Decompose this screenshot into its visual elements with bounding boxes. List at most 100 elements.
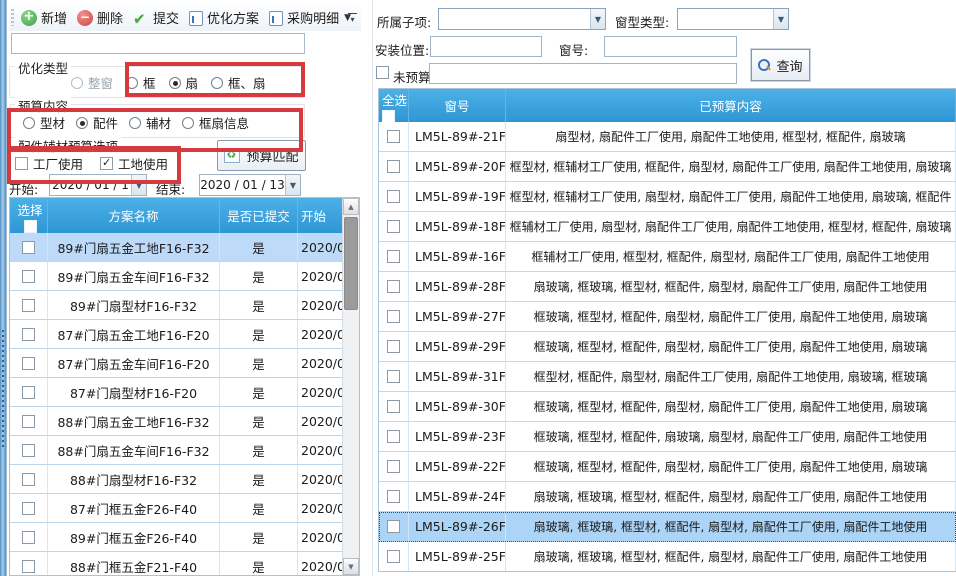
- query-button[interactable]: 查询: [751, 49, 810, 81]
- table-row[interactable]: 88#门扇型材F16-F32 是 2020/0: [10, 465, 342, 494]
- toolbar-button-optimize-plan[interactable]: 优化方案: [185, 6, 265, 29]
- end-date-picker[interactable]: 2020 / 01 / 13 ▼: [199, 174, 301, 196]
- table-row[interactable]: LM5L-89#-24F22 扇玻璃, 框玻璃, 框型材, 框配件, 扇型材, …: [379, 482, 956, 512]
- table-row[interactable]: 89#门扇型材F16-F32 是 2020/0: [10, 291, 342, 320]
- row-checkbox[interactable]: [387, 250, 400, 263]
- table-row[interactable]: LM5L-89#-25F23 扇玻璃, 框玻璃, 框型材, 框配件, 扇型材, …: [379, 542, 956, 572]
- sub-item-select[interactable]: ▼: [438, 8, 606, 30]
- select-all-checkbox[interactable]: [24, 220, 37, 233]
- table-row[interactable]: LM5L-89#-27F25 框玻璃, 框型材, 框配件, 扇型材, 扇配件工厂…: [379, 302, 956, 332]
- row-checkbox[interactable]: [387, 370, 400, 383]
- header-plan-name[interactable]: 方案名称: [48, 198, 220, 233]
- table-row[interactable]: 88#门扇五金工地F16-F32 是 2020/0: [10, 407, 342, 436]
- table-row[interactable]: LM5L-89#-31F29 框型材, 框配件, 扇型材, 扇配件工厂使用, 扇…: [379, 362, 956, 392]
- table-row[interactable]: 89#门框五金F26-F40 是 2020/0: [10, 523, 342, 552]
- toolbar-button-add[interactable]: 新增: [17, 6, 73, 29]
- header-window-no[interactable]: 窗号: [409, 89, 506, 122]
- row-checkbox[interactable]: [387, 400, 400, 413]
- table-row[interactable]: LM5L-89#-23F21 框玻璃, 框型材, 框配件, 扇玻璃, 扇型材, …: [379, 422, 956, 452]
- row-checkbox[interactable]: [22, 270, 35, 283]
- radio-budget-content-2[interactable]: 辅材: [129, 113, 171, 132]
- row-checkbox[interactable]: [387, 190, 400, 203]
- radio-budget-content-0[interactable]: 型材: [23, 113, 65, 132]
- radio-optimize-type-1[interactable]: 框: [126, 73, 156, 92]
- table-row[interactable]: 87#门扇五金工地F16-F20 是 2020/0: [10, 320, 342, 349]
- table-row[interactable]: 88#门扇五金车间F16-F32 是 2020/0: [10, 436, 342, 465]
- radio-budget-content-1[interactable]: 配件: [76, 113, 118, 132]
- row-checkbox[interactable]: [22, 386, 35, 399]
- toolbar-button-delete[interactable]: 删除: [73, 6, 129, 29]
- toolbar-button-submit[interactable]: 提交: [129, 6, 185, 29]
- header-budgeted-content[interactable]: 已预算内容: [506, 89, 956, 122]
- table-row[interactable]: LM5L-89#-19F17 框型材, 框辅材工厂使用, 扇型材, 扇配件工厂使…: [379, 182, 956, 212]
- row-checkbox[interactable]: [387, 310, 400, 323]
- row-checkbox[interactable]: [22, 415, 35, 428]
- row-checkbox[interactable]: [387, 280, 400, 293]
- row-checkbox[interactable]: [387, 520, 400, 533]
- row-checkbox[interactable]: [22, 357, 35, 370]
- table-row[interactable]: LM5L-89#-28F26 扇玻璃, 框玻璃, 框型材, 框配件, 扇型材, …: [379, 272, 956, 302]
- plan-table-scrollbar[interactable]: ▲ ▼: [342, 198, 359, 575]
- table-row[interactable]: LM5L-89#-29F27 框玻璃, 框型材, 框配件, 扇型材, 扇配件工厂…: [379, 332, 956, 362]
- row-checkbox[interactable]: [22, 531, 35, 544]
- row-checkbox[interactable]: [22, 560, 35, 573]
- checkbox-usage-0[interactable]: 工厂使用: [15, 154, 83, 173]
- scroll-down-icon[interactable]: ▼: [343, 558, 359, 575]
- row-checkbox[interactable]: [387, 550, 400, 563]
- start-date-cell: 2020/0: [298, 465, 343, 493]
- row-checkbox[interactable]: [22, 328, 35, 341]
- table-row[interactable]: LM5L-89#-26F24 扇玻璃, 框玻璃, 框型材, 框配件, 扇型材, …: [379, 512, 956, 542]
- left-splitter-bar[interactable]: [0, 0, 7, 576]
- sub-item-dropdown-icon[interactable]: ▼: [590, 9, 605, 29]
- table-row[interactable]: 87#门扇型材F16-F20 是 2020/0: [10, 378, 342, 407]
- scrollbar-thumb[interactable]: [344, 217, 358, 310]
- table-row[interactable]: LM5L-89#-16F15 框辅材工厂使用, 框型材, 框配件, 扇型材, 扇…: [379, 242, 956, 272]
- start-date-picker[interactable]: 2020 / 01 / 1 ▼: [49, 174, 147, 196]
- checkbox-usage-1[interactable]: 工地使用: [100, 154, 168, 173]
- toolbar-grip[interactable]: [11, 9, 14, 26]
- radio-icon: [23, 117, 35, 129]
- row-checkbox[interactable]: [22, 502, 35, 515]
- table-row[interactable]: 89#门扇五金工地F16-F32 是 2020/0: [10, 233, 342, 262]
- start-date-dropdown-icon[interactable]: ▼: [131, 175, 146, 195]
- table-row[interactable]: 88#门框五金F21-F40 是 2020/0: [10, 552, 342, 576]
- window-type-dropdown-icon[interactable]: ▼: [773, 9, 788, 29]
- table-row[interactable]: LM5L-89#-21F19 扇型材, 扇配件工厂使用, 扇配件工地使用, 框型…: [379, 122, 956, 152]
- row-checkbox[interactable]: [22, 241, 35, 254]
- budget-match-button[interactable]: 预算匹配: [217, 140, 306, 171]
- table-row[interactable]: LM5L-89#-22F20 框玻璃, 框型材, 框配件, 扇型材, 扇配件工厂…: [379, 452, 956, 482]
- no-budget-input[interactable]: [429, 63, 737, 84]
- row-checkbox[interactable]: [22, 473, 35, 486]
- toolbar-button-purchase-detail[interactable]: 采购明细 ▼: [265, 6, 357, 29]
- row-checkbox[interactable]: [387, 220, 400, 233]
- table-row[interactable]: 87#门框五金F26-F40 是 2020/0: [10, 494, 342, 523]
- row-checkbox[interactable]: [387, 160, 400, 173]
- table-row[interactable]: LM5L-89#-18F16 框辅材工厂使用, 扇型材, 扇配件工厂使用, 扇配…: [379, 212, 956, 242]
- row-checkbox[interactable]: [387, 430, 400, 443]
- row-checkbox[interactable]: [22, 299, 35, 312]
- window-type-select[interactable]: ▼: [677, 8, 789, 30]
- scroll-up-icon[interactable]: ▲: [343, 198, 359, 215]
- install-position-input[interactable]: [430, 36, 542, 57]
- radio-optimize-type-2[interactable]: 扇: [169, 73, 199, 92]
- table-row[interactable]: 89#门扇五金车间F16-F32 是 2020/0: [10, 262, 342, 291]
- table-row[interactable]: LM5L-89#-30F28 框玻璃, 框型材, 框配件, 扇型材, 扇配件工厂…: [379, 392, 956, 422]
- radio-optimize-type-3[interactable]: 框、扇: [211, 73, 266, 92]
- row-checkbox[interactable]: [22, 444, 35, 457]
- select-all-windows-checkbox[interactable]: [382, 110, 395, 122]
- header-start[interactable]: 开始: [298, 198, 343, 233]
- plan-search-input[interactable]: [11, 33, 305, 54]
- row-checkbox[interactable]: [387, 130, 400, 143]
- row-checkbox[interactable]: [387, 490, 400, 503]
- header-submitted[interactable]: 是否已提交: [220, 198, 298, 233]
- radio-optimize-type-0[interactable]: 整窗: [71, 73, 113, 92]
- table-row[interactable]: LM5L-89#-20F18 框型材, 框辅材工厂使用, 框配件, 扇型材, 扇…: [379, 152, 956, 182]
- end-date-dropdown-icon[interactable]: ▼: [285, 175, 300, 195]
- row-checkbox[interactable]: [387, 460, 400, 473]
- row-checkbox[interactable]: [387, 340, 400, 353]
- window-no-input[interactable]: [604, 36, 737, 57]
- table-row[interactable]: 87#门扇五金车间F16-F20 是 2020/0: [10, 349, 342, 378]
- radio-budget-content-3[interactable]: 框扇信息: [182, 113, 249, 132]
- toolbar-overflow-button[interactable]: ▾: [346, 10, 359, 27]
- no-budget-checkbox[interactable]: [376, 66, 389, 79]
